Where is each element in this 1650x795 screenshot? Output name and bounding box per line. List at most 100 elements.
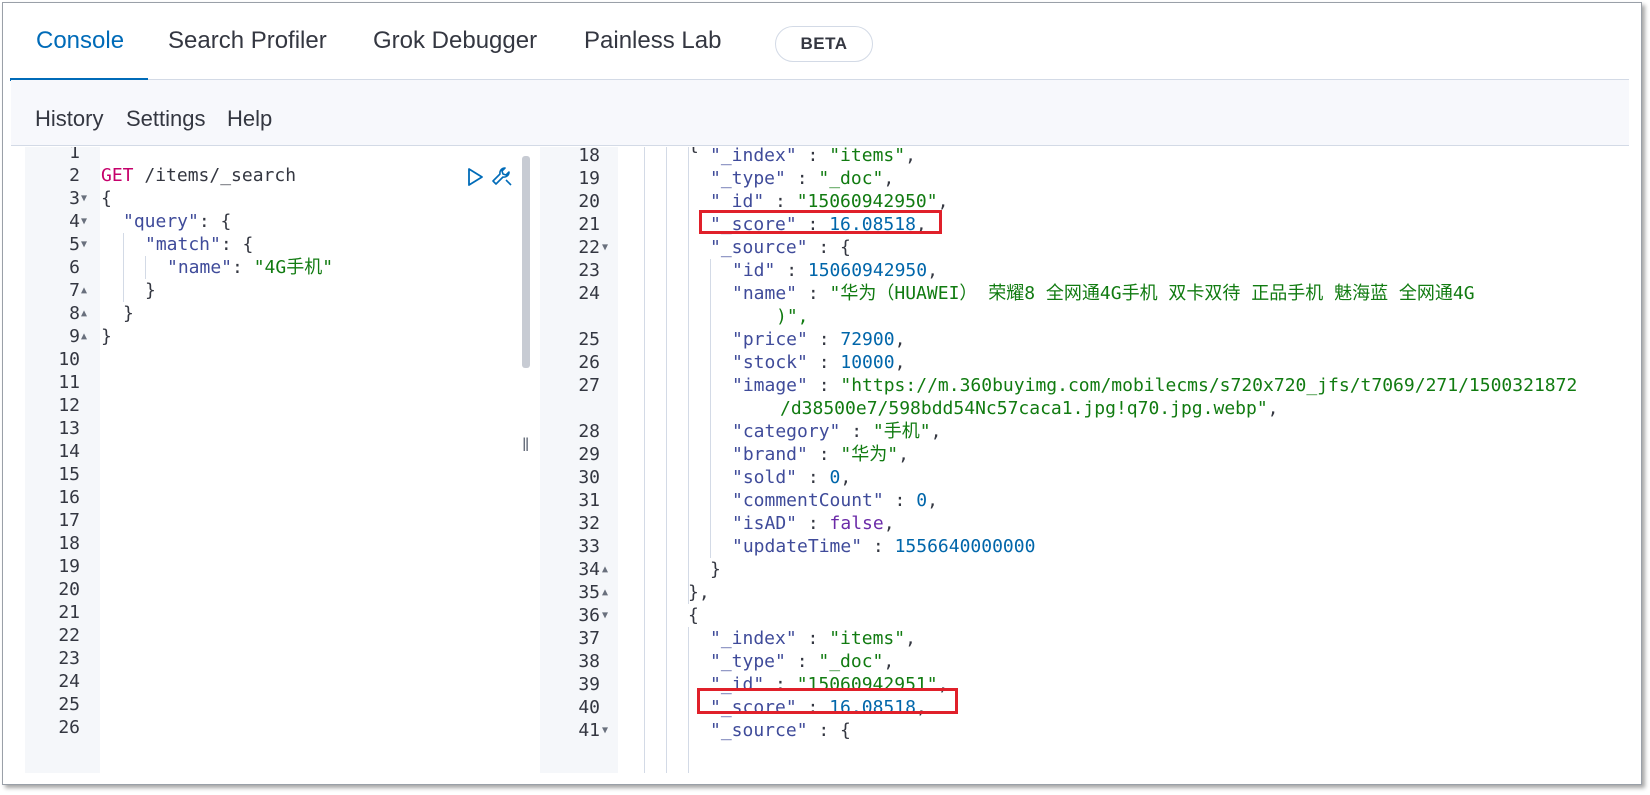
response-viewer[interactable]: 18 19 20 21 22 23 24 25 26 27 28 29 30 3… [540, 147, 1633, 773]
wrench-icon[interactable] [491, 165, 515, 189]
tab-console[interactable]: Console [10, 27, 149, 81]
request-line: } [145, 280, 156, 301]
response-line: "image" : "https://m.360buyimg.com/mobil… [732, 375, 1578, 396]
history-link[interactable]: History [35, 106, 103, 132]
indent-guide [644, 147, 645, 773]
response-line: "price" : 72900, [732, 329, 906, 350]
response-line-wrap: )", [776, 306, 809, 327]
response-line: "brand" : "华为", [732, 444, 909, 465]
line-number: 22 [58, 625, 80, 646]
fold-close-icon[interactable]: ▲ [602, 581, 608, 605]
response-line: "_index" : "items", [710, 147, 916, 166]
line-number: 13 [58, 418, 80, 439]
line-number: 39 [578, 674, 600, 695]
response-line: "isAD" : false, [732, 513, 895, 534]
json-punct: : { [220, 234, 254, 255]
response-line: "updateTime" : 1556640000000 [732, 536, 1036, 557]
request-line: } [123, 303, 134, 324]
request-gutter: 1 2 3 4 5 6 7 8 9 10 11 12 13 14 15 16 1… [25, 147, 100, 773]
json-string: "_doc" [818, 651, 884, 672]
line-number: 31 [578, 490, 600, 511]
line-number: 28 [578, 421, 600, 442]
tab-search-profiler[interactable]: Search Profiler [168, 27, 327, 80]
json-key: "id" [732, 260, 776, 281]
line-number: 33 [578, 536, 600, 557]
fold-close-icon[interactable]: ▲ [602, 558, 608, 582]
line-number: 26 [578, 352, 600, 373]
json-key: "brand" [732, 444, 808, 465]
request-scrollbar[interactable] [522, 156, 530, 368]
response-line: "sold" : 0, [732, 467, 852, 488]
settings-link[interactable]: Settings [126, 106, 206, 132]
top-tab-bar: Console Search Profiler Grok Debugger Pa… [10, 3, 1629, 81]
json-number: 10000 [840, 352, 895, 373]
line-number: 5 [69, 234, 80, 255]
json-key: "name" [167, 257, 233, 278]
response-line: } [710, 559, 721, 580]
json-key: "commentCount" [732, 490, 884, 511]
fold-open-icon[interactable]: ▼ [81, 187, 87, 211]
score-highlight-box [697, 688, 958, 714]
line-number: 18 [58, 533, 80, 554]
fold-close-icon[interactable]: ▲ [81, 279, 87, 303]
line-number: 18 [578, 147, 600, 166]
response-line: "_index" : "items", [710, 628, 916, 649]
response-line: "_type" : "_doc", [710, 168, 895, 189]
fold-close-icon[interactable]: ▲ [81, 325, 87, 349]
line-number: 2 [69, 165, 80, 186]
kibana-dev-tools-window: Console Search Profiler Grok Debugger Pa… [2, 2, 1642, 785]
json-punct: : { [198, 211, 232, 232]
response-line: { [688, 147, 699, 157]
indent-guide [688, 147, 689, 604]
line-number: 20 [58, 579, 80, 600]
response-line: "_type" : "_doc", [710, 651, 895, 672]
json-key: "_index" [710, 628, 797, 649]
tab-painless-lab[interactable]: Painless Lab [584, 27, 721, 80]
fold-open-icon[interactable]: ▼ [602, 236, 608, 260]
fold-open-icon[interactable]: ▼ [602, 604, 608, 628]
json-key: "name" [732, 283, 798, 304]
json-string: "华为" [840, 444, 899, 465]
line-number: 17 [58, 510, 80, 531]
help-link[interactable]: Help [227, 106, 272, 132]
tab-grok-debugger[interactable]: Grok Debugger [373, 27, 537, 80]
response-gutter: 18 19 20 21 22 23 24 25 26 27 28 29 30 3… [540, 147, 618, 773]
line-number: 40 [578, 697, 600, 718]
line-number: 8 [69, 303, 80, 324]
fold-open-icon[interactable]: ▼ [81, 233, 87, 257]
request-line: "query": { [123, 210, 231, 234]
play-icon[interactable] [465, 167, 485, 187]
request-editor[interactable]: 1 2 3 4 5 6 7 8 9 10 11 12 13 14 15 16 1… [25, 147, 540, 773]
json-key: "query" [123, 211, 199, 232]
line-number: 4 [69, 211, 80, 232]
json-key: "stock" [732, 352, 808, 373]
line-number: 19 [578, 168, 600, 189]
json-string: "_doc" [818, 168, 884, 189]
line-number: 41 [578, 720, 600, 741]
response-line: }, [688, 582, 710, 603]
line-number: 1 [69, 147, 80, 163]
resize-handle[interactable]: ‖ [522, 435, 529, 456]
json-string: "手机" [872, 421, 931, 442]
line-number: 21 [578, 214, 600, 235]
json-key: "_type" [710, 168, 786, 189]
tab-console-label: Console [36, 27, 125, 54]
response-line: "id" : 15060942950, [732, 260, 938, 281]
json-string: "华为（HUAWEI） 荣耀8 全网通4G手机 双卡双待 正品手机 魅海蓝 全网… [829, 283, 1475, 304]
indent-guide [688, 627, 689, 773]
fold-close-icon[interactable]: ▲ [81, 302, 87, 326]
json-string: /d38500e7/598bdd54Nc57caca1.jpg!q70.jpg.… [780, 398, 1268, 419]
indent-guide [710, 259, 711, 558]
json-key: "category" [732, 421, 841, 442]
line-number: 25 [578, 329, 600, 350]
http-method: GET [101, 165, 134, 186]
fold-open-icon[interactable]: ▼ [81, 210, 87, 234]
json-key: "_type" [710, 651, 786, 672]
line-number: 20 [578, 191, 600, 212]
fold-open-icon[interactable]: ▼ [602, 719, 608, 743]
json-key: "_source" [710, 720, 808, 741]
score-highlight-box [699, 210, 942, 234]
json-string: "15060942950" [796, 191, 938, 212]
tab-search-profiler-label: Search Profiler [168, 27, 327, 54]
json-number: 72900 [840, 329, 895, 350]
